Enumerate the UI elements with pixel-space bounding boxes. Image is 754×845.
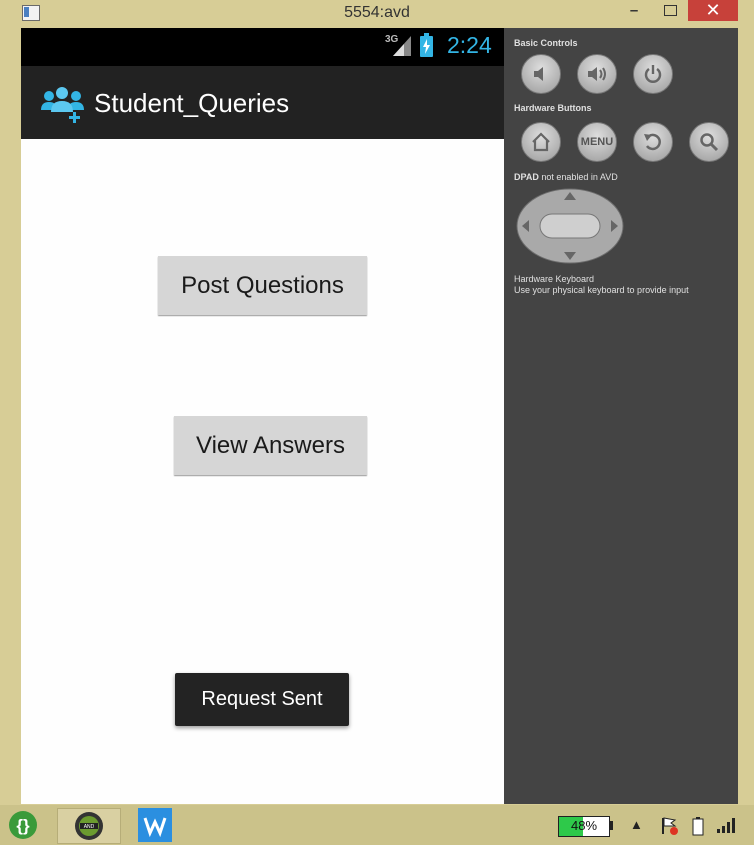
- close-button[interactable]: ✕: [688, 0, 738, 21]
- menu-icon: MENU: [580, 136, 614, 148]
- back-button[interactable]: [633, 122, 673, 162]
- power-status-icon[interactable]: [692, 816, 704, 836]
- maximize-button[interactable]: [656, 0, 684, 20]
- main-content: Post Questions View Answers Request Sent: [21, 139, 504, 804]
- minimize-button[interactable]: –: [618, 2, 650, 22]
- app-title: Student_Queries: [94, 88, 290, 118]
- back-icon: [644, 133, 661, 151]
- home-icon: [532, 132, 550, 152]
- dpad-control: [516, 188, 624, 264]
- action-center-flag-icon[interactable]: [659, 816, 679, 836]
- status-bar: 3G 2:24: [21, 28, 504, 66]
- brackets-app-icon: {}: [9, 811, 37, 839]
- power-button[interactable]: [633, 54, 673, 94]
- power-icon: [644, 65, 662, 83]
- show-hidden-icons-icon[interactable]: ▲: [630, 817, 643, 832]
- battery-tip: [609, 821, 613, 830]
- emulator-window: 5554:avd – ✕ 3G 2:24 Student_Queries Pos…: [0, 0, 754, 805]
- dpad-label: DPAD not enabled in AVD: [514, 172, 618, 182]
- volume-down-icon: [534, 67, 543, 81]
- title-bar[interactable]: 5554:avd – ✕: [0, 0, 754, 28]
- search-button[interactable]: [689, 122, 729, 162]
- network-signal-icon[interactable]: [716, 816, 736, 834]
- basic-controls-label: Basic Controls: [514, 38, 578, 48]
- post-questions-button[interactable]: Post Questions: [158, 256, 367, 315]
- taskbar: {} AND 48% ▲: [0, 805, 754, 845]
- dpad-label-rest: not enabled in AVD: [538, 172, 618, 182]
- hardware-keyboard-hint: Use your physical keyboard to provide in…: [514, 285, 689, 295]
- signal-icon: [393, 36, 411, 56]
- toast-message: Request Sent: [175, 673, 349, 726]
- search-icon: [700, 133, 719, 152]
- action-bar: Student_Queries: [21, 66, 504, 139]
- view-answers-button[interactable]: View Answers: [174, 416, 367, 475]
- dpad-label-bold: DPAD: [514, 172, 539, 182]
- battery-indicator[interactable]: 48%: [558, 816, 610, 837]
- home-button[interactable]: [521, 122, 561, 162]
- menu-button[interactable]: MENU: [577, 122, 617, 162]
- hardware-buttons-label: Hardware Buttons: [514, 103, 592, 113]
- battery-percent: 48%: [570, 818, 598, 833]
- taskbar-app-w[interactable]: [136, 808, 174, 842]
- svg-text:{}: {}: [16, 816, 30, 835]
- w-app-icon: [138, 808, 172, 842]
- volume-up-icon: [588, 67, 606, 81]
- taskbar-app-brackets[interactable]: {}: [4, 808, 42, 842]
- svg-text:AND: AND: [84, 824, 95, 830]
- phone-screen: 3G 2:24 Student_Queries Post Questions V…: [21, 28, 504, 804]
- maximize-icon: [663, 5, 677, 16]
- clock: 2:24: [447, 32, 492, 58]
- battery-charging-icon: [420, 33, 433, 57]
- taskbar-app-avd[interactable]: AND: [57, 808, 121, 844]
- hardware-keyboard-label: Hardware Keyboard: [514, 274, 595, 284]
- volume-down-button[interactable]: [521, 54, 561, 94]
- volume-up-button[interactable]: [577, 54, 617, 94]
- emulator-controls: Basic Controls Hardware Buttons MENU DPA…: [504, 28, 738, 804]
- people-add-icon: [41, 87, 84, 123]
- android-app-icon: AND: [75, 812, 103, 840]
